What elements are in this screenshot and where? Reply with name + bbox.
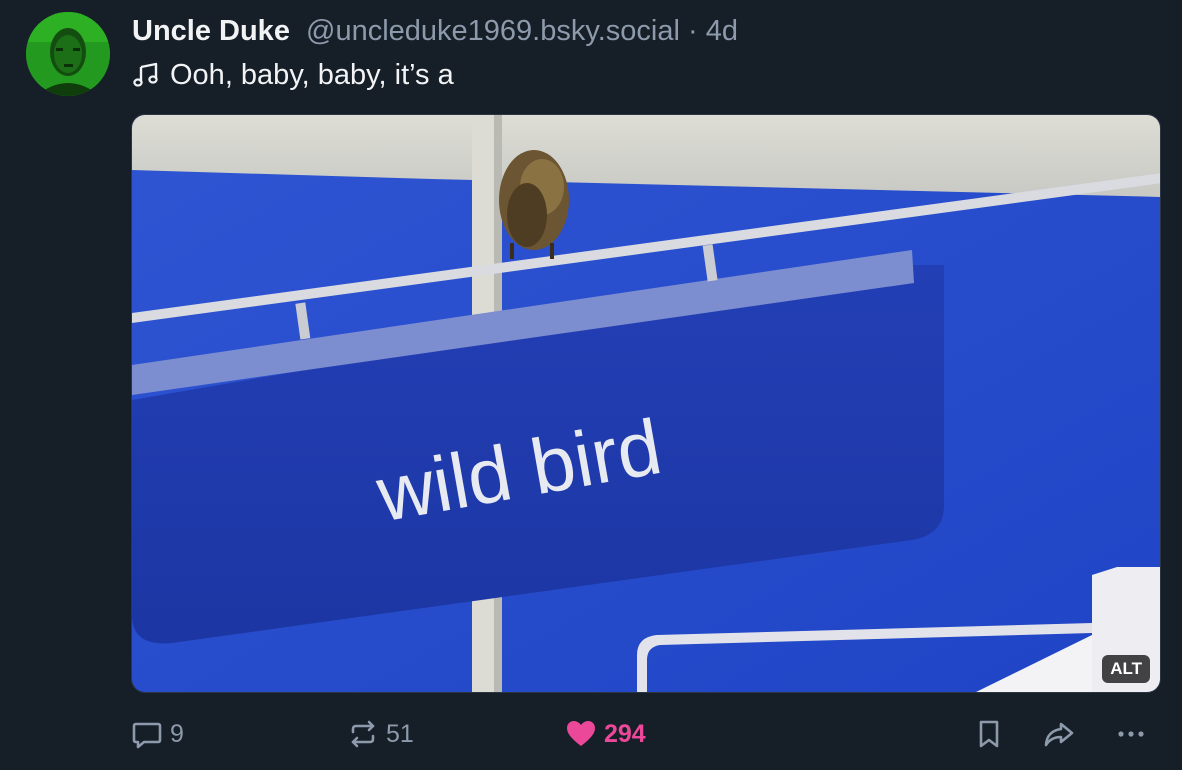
music-note-icon [132, 61, 160, 89]
author-display-name[interactable]: Uncle Duke [132, 15, 290, 47]
repost-icon [346, 717, 380, 751]
bookmark-button[interactable] [972, 714, 1006, 754]
reply-button[interactable]: 9 [130, 714, 184, 754]
share-button[interactable] [1042, 714, 1076, 754]
post-header: Uncle Duke @uncleduke1969.bsky.social · … [132, 14, 738, 48]
avatar-image [26, 12, 110, 96]
avatar[interactable] [26, 12, 110, 96]
post-image[interactable]: wild bird ALT [131, 114, 1161, 693]
share-arrow-icon [1042, 717, 1076, 751]
reply-bubble-icon [130, 717, 164, 751]
repost-count: 51 [386, 719, 414, 748]
author-handle[interactable]: @uncleduke1969.bsky.social [306, 15, 680, 47]
alt-text-button[interactable]: ALT [1102, 655, 1150, 683]
post-actions: 9 51 294 [0, 714, 1182, 754]
post-age[interactable]: 4d [706, 15, 738, 47]
heart-icon [564, 717, 598, 751]
like-count: 294 [604, 719, 646, 748]
repost-button[interactable]: 51 [346, 714, 414, 754]
post-text: Ooh, baby, baby, it’s a [132, 58, 454, 92]
bookmark-icon [972, 717, 1006, 751]
header-separator: · [687, 15, 698, 47]
wild-bird-sign-photo: wild bird [132, 115, 1160, 692]
post-card: Uncle Duke @uncleduke1969.bsky.social · … [0, 0, 1182, 770]
reply-count: 9 [170, 719, 184, 748]
like-button[interactable]: 294 [564, 714, 646, 754]
more-dots-icon [1114, 717, 1148, 751]
more-options-button[interactable] [1114, 714, 1148, 754]
post-text-content: Ooh, baby, baby, it’s a [170, 59, 454, 91]
